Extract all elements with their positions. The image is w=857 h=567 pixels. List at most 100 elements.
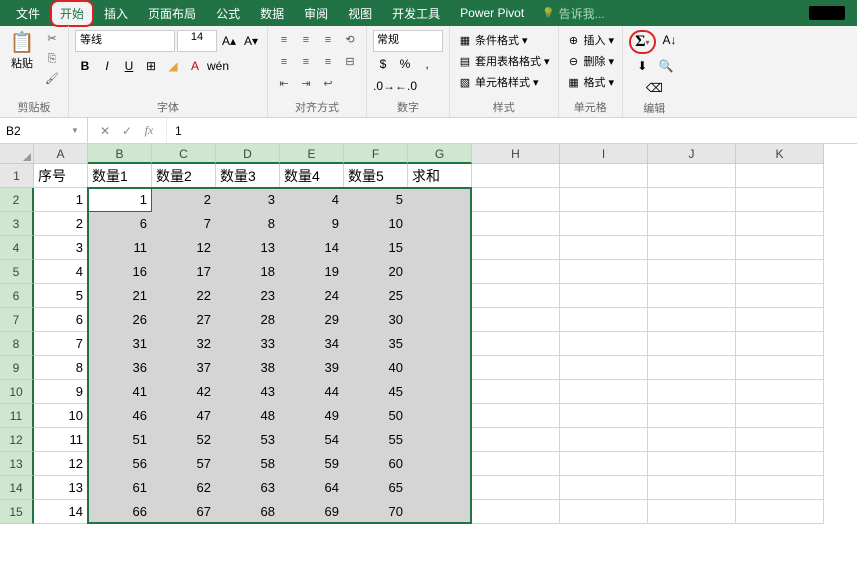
cell-J9[interactable] [648,356,736,380]
align-middle-button[interactable]: ≡ [296,30,316,50]
cell-E2[interactable]: 4 [280,188,344,212]
cell-J1[interactable] [648,164,736,188]
cell-D4[interactable]: 13 [216,236,280,260]
cell-C12[interactable]: 52 [152,428,216,452]
cell-D7[interactable]: 28 [216,308,280,332]
cell-F9[interactable]: 40 [344,356,408,380]
col-header-E[interactable]: E [280,144,344,164]
cell-C9[interactable]: 37 [152,356,216,380]
cell-I1[interactable] [560,164,648,188]
cell-C10[interactable]: 42 [152,380,216,404]
cell-B12[interactable]: 51 [88,428,152,452]
row-header-3[interactable]: 3 [0,212,34,236]
cell-D13[interactable]: 58 [216,452,280,476]
orientation-button[interactable]: ⟲ [340,30,360,50]
cell-J15[interactable] [648,500,736,524]
row-header-15[interactable]: 15 [0,500,34,524]
cell-B4[interactable]: 11 [88,236,152,260]
cell-D5[interactable]: 18 [216,260,280,284]
row-header-5[interactable]: 5 [0,260,34,284]
formula-input[interactable]: 1 [166,118,857,143]
cell-H3[interactable] [472,212,560,236]
cell-A3[interactable]: 2 [34,212,88,236]
menu-data[interactable]: 数据 [250,0,294,27]
currency-button[interactable]: $ [373,54,393,74]
italic-button[interactable]: I [97,56,117,76]
fill-button[interactable]: ⬇ [632,56,652,76]
paste-button[interactable]: 📋 粘贴 [6,30,38,70]
cell-C4[interactable]: 12 [152,236,216,260]
cut-button[interactable]: ✂ [42,30,62,48]
phonetic-button[interactable]: wén [207,56,227,76]
underline-button[interactable]: U [119,56,139,76]
cell-A10[interactable]: 9 [34,380,88,404]
cell-J12[interactable] [648,428,736,452]
cell-F2[interactable]: 5 [344,188,408,212]
find-button[interactable]: 🔍 [656,56,676,76]
col-header-F[interactable]: F [344,144,408,164]
cell-F7[interactable]: 30 [344,308,408,332]
cell-F1[interactable]: 数量5 [344,164,408,188]
cell-G7[interactable] [408,308,472,332]
row-header-12[interactable]: 12 [0,428,34,452]
cell-C8[interactable]: 32 [152,332,216,356]
cell-K10[interactable] [736,380,824,404]
autosum-button[interactable]: Σ▾ [629,30,655,54]
menu-powerpivot[interactable]: Power Pivot [450,1,534,25]
increase-decimal-button[interactable]: .0→ [373,76,393,96]
cell-B2[interactable]: 1 [88,188,152,212]
cell-K2[interactable] [736,188,824,212]
cell-K11[interactable] [736,404,824,428]
cell-E6[interactable]: 24 [280,284,344,308]
col-header-K[interactable]: K [736,144,824,164]
cell-J8[interactable] [648,332,736,356]
cell-A15[interactable]: 14 [34,500,88,524]
cell-E5[interactable]: 19 [280,260,344,284]
cell-J4[interactable] [648,236,736,260]
cell-A11[interactable]: 10 [34,404,88,428]
cell-H1[interactable] [472,164,560,188]
cell-H12[interactable] [472,428,560,452]
cell-D1[interactable]: 数量3 [216,164,280,188]
font-name-select[interactable]: 等线 [75,30,175,52]
col-header-H[interactable]: H [472,144,560,164]
cell-B6[interactable]: 21 [88,284,152,308]
cell-I5[interactable] [560,260,648,284]
cell-C13[interactable]: 57 [152,452,216,476]
conditional-format-button[interactable]: ▦条件格式 ▾ [456,30,552,50]
cell-C3[interactable]: 7 [152,212,216,236]
cell-F14[interactable]: 65 [344,476,408,500]
increase-font-button[interactable]: A▴ [219,31,239,51]
cell-C11[interactable]: 47 [152,404,216,428]
col-header-C[interactable]: C [152,144,216,164]
format-as-table-button[interactable]: ▤套用表格格式 ▾ [456,51,552,71]
cell-G4[interactable] [408,236,472,260]
cell-I9[interactable] [560,356,648,380]
cell-A14[interactable]: 13 [34,476,88,500]
cell-I14[interactable] [560,476,648,500]
cell-H4[interactable] [472,236,560,260]
col-header-A[interactable]: A [34,144,88,164]
align-right-button[interactable]: ≡ [318,52,338,72]
cell-G8[interactable] [408,332,472,356]
menu-view[interactable]: 视图 [338,0,382,27]
cell-A1[interactable]: 序号 [34,164,88,188]
cell-G12[interactable] [408,428,472,452]
cell-K8[interactable] [736,332,824,356]
cell-K4[interactable] [736,236,824,260]
cell-K6[interactable] [736,284,824,308]
cell-G1[interactable]: 求和 [408,164,472,188]
cell-E7[interactable]: 29 [280,308,344,332]
menu-insert[interactable]: 插入 [94,0,138,27]
fill-color-button[interactable]: ◢ [163,56,183,76]
cell-H6[interactable] [472,284,560,308]
cell-K9[interactable] [736,356,824,380]
border-button[interactable]: ⊞ [141,56,161,76]
row-header-10[interactable]: 10 [0,380,34,404]
cell-D10[interactable]: 43 [216,380,280,404]
cell-I10[interactable] [560,380,648,404]
cell-J10[interactable] [648,380,736,404]
cell-A7[interactable]: 6 [34,308,88,332]
cell-C2[interactable]: 2 [152,188,216,212]
cell-C14[interactable]: 62 [152,476,216,500]
